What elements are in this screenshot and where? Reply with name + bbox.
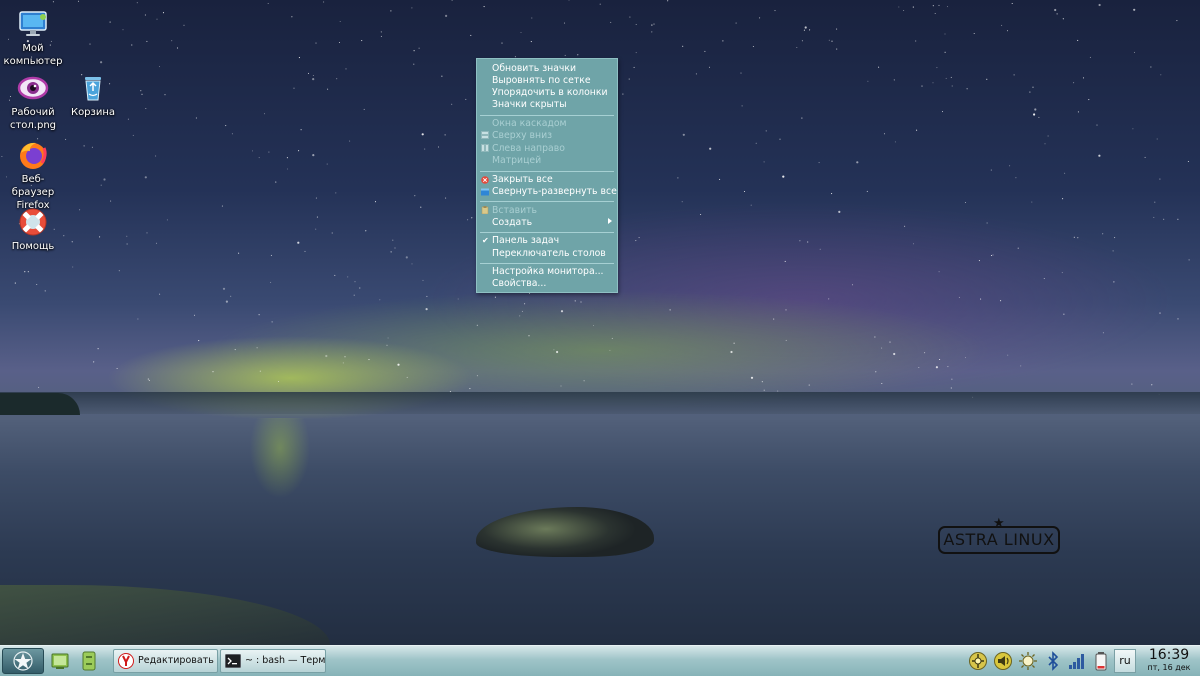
minimize-all-icon (481, 188, 489, 196)
astra-star-icon (13, 651, 33, 671)
desktop-context-menu: Обновить значки Выровнять по сетке Упоря… (476, 58, 618, 293)
desktop-icon-label: Рабочий стол.png (9, 107, 57, 131)
menu-item-top-down: Сверху вниз (492, 130, 553, 141)
keyboard-layout-indicator[interactable]: ru (1114, 649, 1136, 673)
lake-rock (476, 507, 654, 557)
desktop-icon-label: Помощь (11, 241, 55, 252)
file-manager-icon[interactable] (79, 651, 99, 671)
task-label: ~ : bash — Терм... (245, 655, 326, 666)
brightness-icon[interactable] (1018, 650, 1038, 672)
menu-separator (480, 263, 614, 264)
tile-vertical-icon (481, 131, 489, 139)
clock[interactable]: 16:39 пт, 16 дек (1142, 647, 1196, 673)
battery-icon[interactable] (1091, 650, 1111, 672)
menu-item-desk-switcher[interactable]: Переключатель столов (492, 247, 606, 260)
volume-icon[interactable] (993, 650, 1013, 672)
trash-icon (77, 72, 109, 104)
clock-time: 16:39 (1148, 647, 1190, 663)
task-label: Редактировать ... (138, 655, 218, 666)
desktop-icon-my-computer[interactable]: Мой компьютер (1, 8, 65, 68)
menu-item-create[interactable]: Создать (492, 216, 532, 229)
close-all-icon (481, 176, 489, 184)
astra-linux-logo: ASTRA LINUX (938, 526, 1060, 554)
yandex-browser-icon (118, 653, 134, 669)
desktop-icon-trash[interactable]: Корзина (61, 72, 125, 119)
menu-item-taskbar[interactable]: Панель задач (492, 234, 559, 247)
signal-icon[interactable] (1067, 650, 1087, 672)
task-button-terminal[interactable]: ~ : bash — Терм... (220, 649, 326, 673)
desktop-icon-desktop-png[interactable]: Рабочий стол.png (1, 72, 65, 132)
horizon-haze (0, 392, 1200, 414)
menu-separator (480, 115, 614, 116)
menu-item-matrix: Матрицей (492, 155, 542, 166)
menu-separator (480, 232, 614, 233)
menu-item-properties[interactable]: Свойства... (492, 277, 546, 290)
terminal-icon (225, 653, 241, 669)
firefox-icon (17, 139, 49, 171)
tile-horizontal-icon (481, 144, 489, 152)
bluetooth-icon[interactable] (1043, 650, 1063, 672)
task-button-browser[interactable]: Редактировать ... (113, 649, 218, 673)
aurora-reflection (250, 418, 310, 518)
lifebuoy-icon (17, 206, 49, 238)
start-button[interactable] (2, 648, 44, 674)
show-desktop-icon[interactable] (50, 651, 70, 671)
network-icon[interactable] (968, 650, 988, 672)
menu-item-icons-hidden[interactable]: Значки скрыты (492, 98, 567, 111)
taskbar: Редактировать ... ~ : bash — Терм... ru … (0, 645, 1200, 676)
eye-image-icon (17, 72, 49, 104)
desktop-icon-firefox[interactable]: Веб-браузер Firefox (1, 139, 65, 212)
checkmark-icon: ✔ (482, 236, 489, 245)
clock-date: пт, 16 дек (1147, 663, 1191, 672)
paste-icon (481, 206, 489, 215)
desktop-icon-label: Корзина (70, 107, 116, 118)
shore (0, 585, 330, 645)
menu-item-minimize-all[interactable]: Свернуть-развернуть все (492, 185, 617, 198)
menu-separator (480, 201, 614, 202)
desktop-icon-help[interactable]: Помощь (1, 206, 65, 253)
desktop-icon-label: Мой компьютер (3, 43, 63, 67)
treeline (0, 393, 80, 415)
menu-separator (480, 171, 614, 172)
submenu-arrow-icon (608, 218, 612, 224)
monitor-icon (17, 8, 49, 40)
